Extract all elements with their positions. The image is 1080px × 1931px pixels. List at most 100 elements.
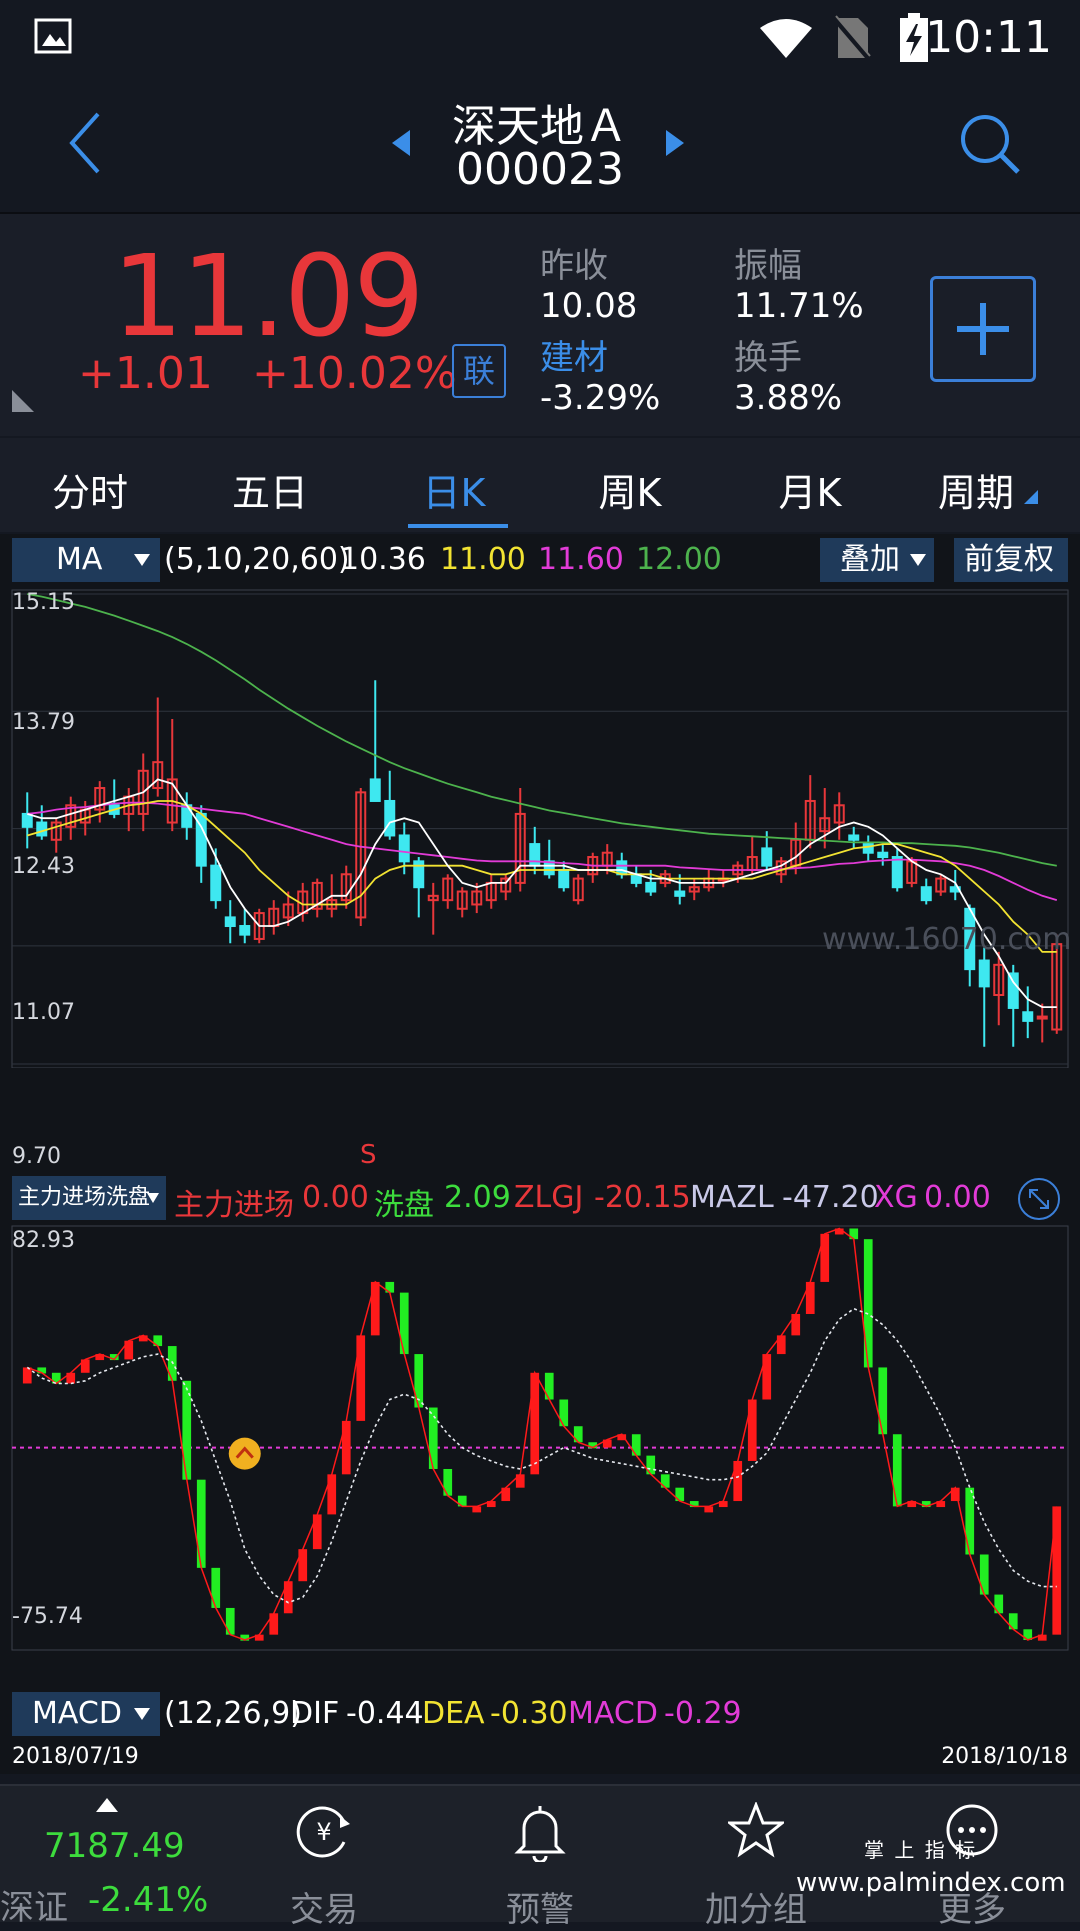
candle-down bbox=[558, 868, 570, 889]
mazl-value: -47.20 bbox=[782, 1180, 879, 1215]
clock: 10:11 bbox=[925, 12, 1052, 63]
y-tick-label: 12.43 bbox=[12, 854, 75, 879]
bar-up bbox=[530, 1372, 540, 1475]
watermark-text: 掌 上 指 标 bbox=[864, 1838, 978, 1862]
mazl-label: MAZL bbox=[690, 1180, 774, 1215]
adjust-button[interactable]: 前复权 bbox=[954, 538, 1068, 582]
ma5-value: 10.36 bbox=[340, 542, 426, 577]
candle-down bbox=[21, 812, 33, 828]
candle-up bbox=[1036, 1015, 1048, 1020]
bar-up bbox=[472, 1506, 482, 1513]
expand-icon[interactable] bbox=[1016, 1176, 1062, 1222]
trade-yen-icon: ¥ bbox=[296, 1806, 350, 1858]
bar-down bbox=[399, 1292, 409, 1355]
candle-down bbox=[369, 778, 381, 802]
dea-label: DEA bbox=[422, 1696, 485, 1731]
period-tabs: 分时 五日 日K 周K 月K 周期 bbox=[0, 438, 1080, 532]
nav-alert-label: 预警 bbox=[506, 1890, 574, 1930]
overlay-button[interactable]: 叠加 bbox=[820, 538, 934, 582]
nav-alert[interactable]: 预警 bbox=[460, 1786, 620, 1930]
y-tick-label: -75.74 bbox=[12, 1604, 83, 1629]
turnover-label: 换手 bbox=[734, 338, 802, 378]
tab-intraday[interactable]: 分时 bbox=[20, 462, 160, 517]
wifi-icon bbox=[760, 19, 812, 58]
bar-up bbox=[298, 1549, 308, 1582]
quote-panel: 11.09 +1.01 +10.02% 联 昨收 10.08 建材 -3.29%… bbox=[0, 214, 1080, 436]
tab-daily-k[interactable]: 日K bbox=[384, 462, 524, 517]
amplitude-label: 振幅 bbox=[734, 246, 802, 286]
candle-down bbox=[210, 864, 222, 902]
indicator-dropdown[interactable]: 主力进场洗盘 bbox=[12, 1176, 166, 1220]
y-tick-label: 13.79 bbox=[12, 710, 75, 735]
indicator-dropdown-label: 主力进场洗盘 bbox=[18, 1185, 151, 1210]
gallery-notification-icon bbox=[34, 18, 72, 54]
bar-up bbox=[704, 1506, 714, 1513]
candle-down bbox=[239, 925, 251, 936]
index-pct: -2.41% bbox=[88, 1880, 209, 1920]
candle-down bbox=[891, 856, 903, 889]
xp-value: 2.09 bbox=[444, 1180, 511, 1215]
indicator-chart[interactable] bbox=[0, 1224, 1080, 1654]
search-icon[interactable] bbox=[958, 112, 1022, 176]
dropdown-arrow-icon bbox=[147, 1193, 159, 1203]
buy-marker-icon bbox=[228, 1437, 261, 1470]
bar-up bbox=[370, 1281, 380, 1336]
add-watchlist-button[interactable] bbox=[930, 276, 1036, 382]
bar-down bbox=[892, 1434, 902, 1507]
candle-down bbox=[1022, 1011, 1034, 1022]
nav-trade[interactable]: ¥ 交易 bbox=[244, 1786, 404, 1930]
bar-up bbox=[341, 1420, 351, 1475]
stock-header: 深天地Ａ 000023 bbox=[0, 80, 1080, 214]
dif-value: -0.44 bbox=[346, 1696, 424, 1731]
y-tick-label: 82.93 bbox=[12, 1228, 75, 1253]
bar-down bbox=[428, 1407, 438, 1469]
nav-add-group[interactable]: 加分组 bbox=[676, 1786, 836, 1930]
y-tick-label: 9.70 bbox=[12, 1144, 61, 1169]
zljc-label: 主力进场 bbox=[174, 1188, 294, 1223]
candle-down bbox=[761, 847, 773, 867]
ma10-value: 11.00 bbox=[440, 542, 526, 577]
chart-watermark: www.16070.com bbox=[822, 922, 1072, 957]
bar-up bbox=[356, 1335, 366, 1421]
bar-up bbox=[22, 1367, 32, 1384]
tab-five-day[interactable]: 五日 bbox=[200, 462, 340, 517]
candle-down bbox=[398, 834, 410, 863]
period-dropdown-icon bbox=[1024, 490, 1038, 504]
active-tab-indicator bbox=[408, 524, 508, 528]
dea-value: -0.30 bbox=[490, 1696, 568, 1731]
indicator-line bbox=[27, 1227, 1058, 1641]
bar-down bbox=[631, 1434, 641, 1456]
nav-trade-label: 交易 bbox=[290, 1890, 358, 1930]
tab-monthly-k[interactable]: 月K bbox=[740, 462, 880, 517]
index-ticker[interactable]: 7187.49 深证 -2.41% bbox=[0, 1786, 216, 1928]
bar-up bbox=[747, 1399, 757, 1461]
bar-up bbox=[762, 1354, 772, 1400]
zlgj-label: ZLGJ bbox=[514, 1180, 584, 1215]
adjust-button-label: 前复权 bbox=[964, 542, 1054, 577]
tab-weekly-k[interactable]: 周K bbox=[560, 462, 700, 517]
sector-label[interactable]: 建材 bbox=[540, 330, 608, 379]
ma-dropdown[interactable]: MA bbox=[12, 538, 160, 582]
price-change-pct: +10.02% bbox=[252, 348, 457, 399]
ma-dropdown-label: MA bbox=[56, 542, 103, 577]
corner-triangle-icon bbox=[12, 390, 34, 412]
bar-up bbox=[269, 1613, 279, 1635]
status-bar: 10:11 bbox=[0, 0, 1080, 80]
dropdown-arrow-icon bbox=[134, 1708, 150, 1720]
y-tick-label: 11.07 bbox=[12, 1000, 75, 1025]
next-stock-icon[interactable] bbox=[664, 128, 686, 158]
dropdown-arrow-icon bbox=[910, 554, 926, 566]
candle-down bbox=[848, 834, 860, 841]
bar-down bbox=[863, 1239, 873, 1368]
macd-value: -0.29 bbox=[664, 1696, 742, 1731]
macd-label: MACD bbox=[568, 1696, 658, 1731]
ma-params: (5,10,20,60) bbox=[164, 542, 350, 577]
prev-close-label: 昨收 bbox=[540, 246, 608, 286]
chart-area: MA (5,10,20,60) 10.36 11.00 11.60 12.00 … bbox=[0, 534, 1080, 1774]
candlestick-chart[interactable] bbox=[0, 588, 1080, 1068]
bar-up bbox=[1052, 1506, 1062, 1635]
linked-button[interactable]: 联 bbox=[452, 344, 506, 398]
macd-dropdown[interactable]: MACD bbox=[12, 1692, 160, 1736]
bar-up bbox=[820, 1233, 830, 1282]
bar-up bbox=[805, 1281, 815, 1314]
